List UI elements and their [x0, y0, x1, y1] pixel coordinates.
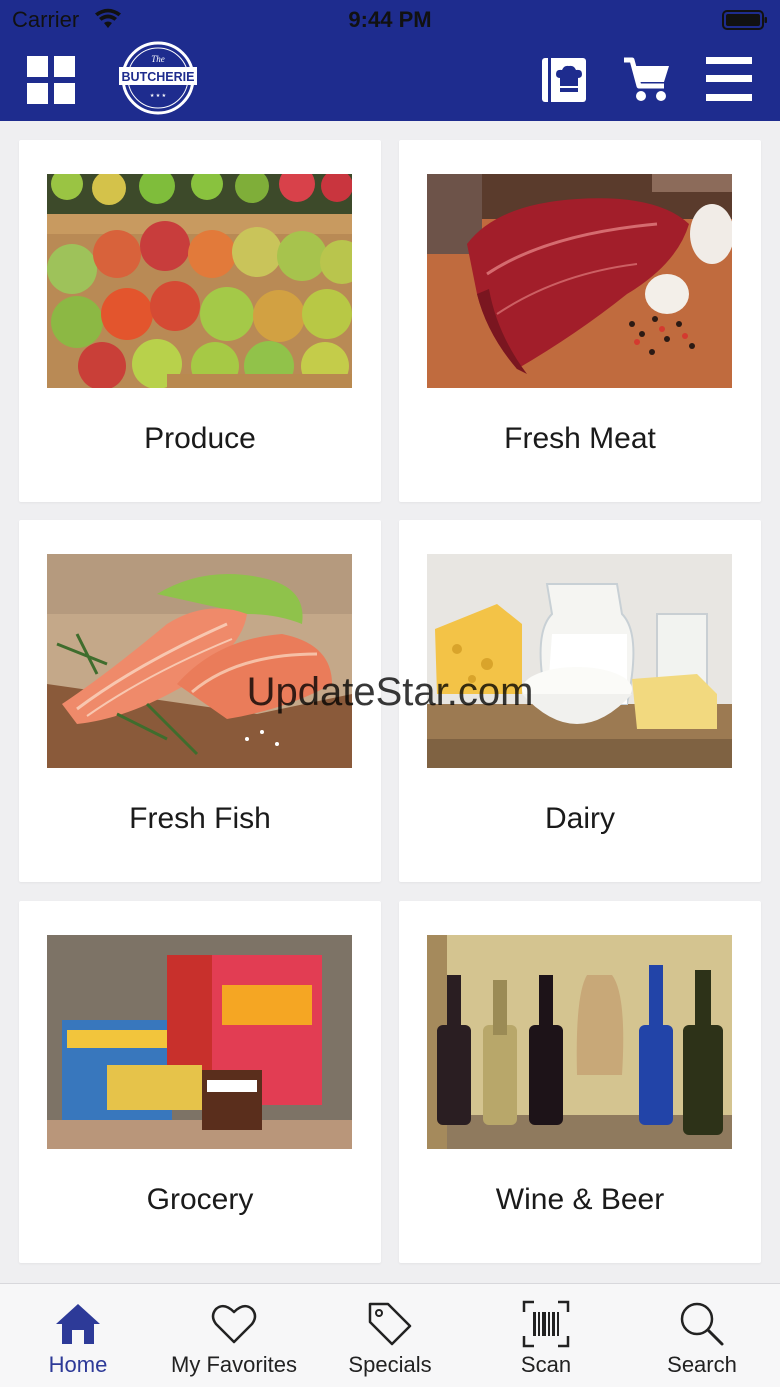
butcherie-logo[interactable]: BUTCHERIE The ★ ★ ★ — [117, 41, 199, 115]
tab-specials[interactable]: Specials — [312, 1284, 468, 1387]
tab-bar: Home My Favorites Specials Scan Search — [0, 1283, 780, 1387]
battery-icon — [722, 10, 767, 30]
category-label: Fresh Meat — [504, 422, 656, 455]
hamburger-menu-icon[interactable] — [706, 57, 752, 101]
status-time: 9:44 PM — [348, 7, 432, 32]
category-card-grocery[interactable]: Grocery — [19, 901, 381, 1263]
grid-icon[interactable] — [27, 56, 75, 104]
fresh-fish-image — [47, 554, 352, 768]
category-label: Wine & Beer — [495, 1183, 665, 1216]
tab-label: Home — [48, 1352, 108, 1377]
tab-home[interactable]: Home — [0, 1284, 156, 1387]
fresh-meat-image — [427, 174, 732, 388]
tab-label: Specials — [348, 1352, 432, 1377]
search-icon — [680, 1302, 724, 1346]
heart-icon — [211, 1304, 257, 1344]
tag-icon — [368, 1302, 412, 1346]
watermark: UpdateStar.com — [246, 670, 534, 714]
app-header: Carrier 9:44 PM BUTCHERIE The ★ ★ ★ — [0, 0, 780, 121]
svg-text:BUTCHERIE: BUTCHERIE — [122, 70, 195, 84]
status-bar: Carrier 9:44 PM — [0, 0, 780, 42]
category-card-wine-beer[interactable]: Wine & Beer — [399, 901, 761, 1263]
recipe-book-icon[interactable] — [540, 56, 588, 104]
tab-label: Scan — [520, 1352, 572, 1377]
svg-text:★ ★ ★: ★ ★ ★ — [150, 93, 167, 99]
category-card-fresh-meat[interactable]: Fresh Meat — [399, 140, 761, 502]
tab-label: Search — [667, 1352, 737, 1377]
home-icon — [56, 1304, 100, 1344]
produce-image — [47, 174, 352, 388]
category-label: Dairy — [544, 802, 615, 835]
category-label: Fresh Fish — [129, 802, 271, 835]
wine-beer-image — [427, 935, 732, 1149]
dairy-image — [427, 554, 732, 768]
category-card-produce[interactable]: Produce — [19, 140, 381, 502]
tab-my-favorites[interactable]: My Favorites — [156, 1284, 312, 1387]
tab-scan[interactable]: Scan — [468, 1284, 624, 1387]
tab-label: My Favorites — [171, 1352, 297, 1377]
svg-text:The: The — [151, 54, 165, 64]
barcode-icon — [522, 1300, 570, 1348]
category-label: Produce — [144, 422, 256, 455]
category-label: Grocery — [146, 1183, 254, 1216]
grocery-image — [47, 935, 352, 1149]
cart-icon[interactable] — [622, 54, 672, 104]
tab-search[interactable]: Search — [624, 1284, 780, 1387]
